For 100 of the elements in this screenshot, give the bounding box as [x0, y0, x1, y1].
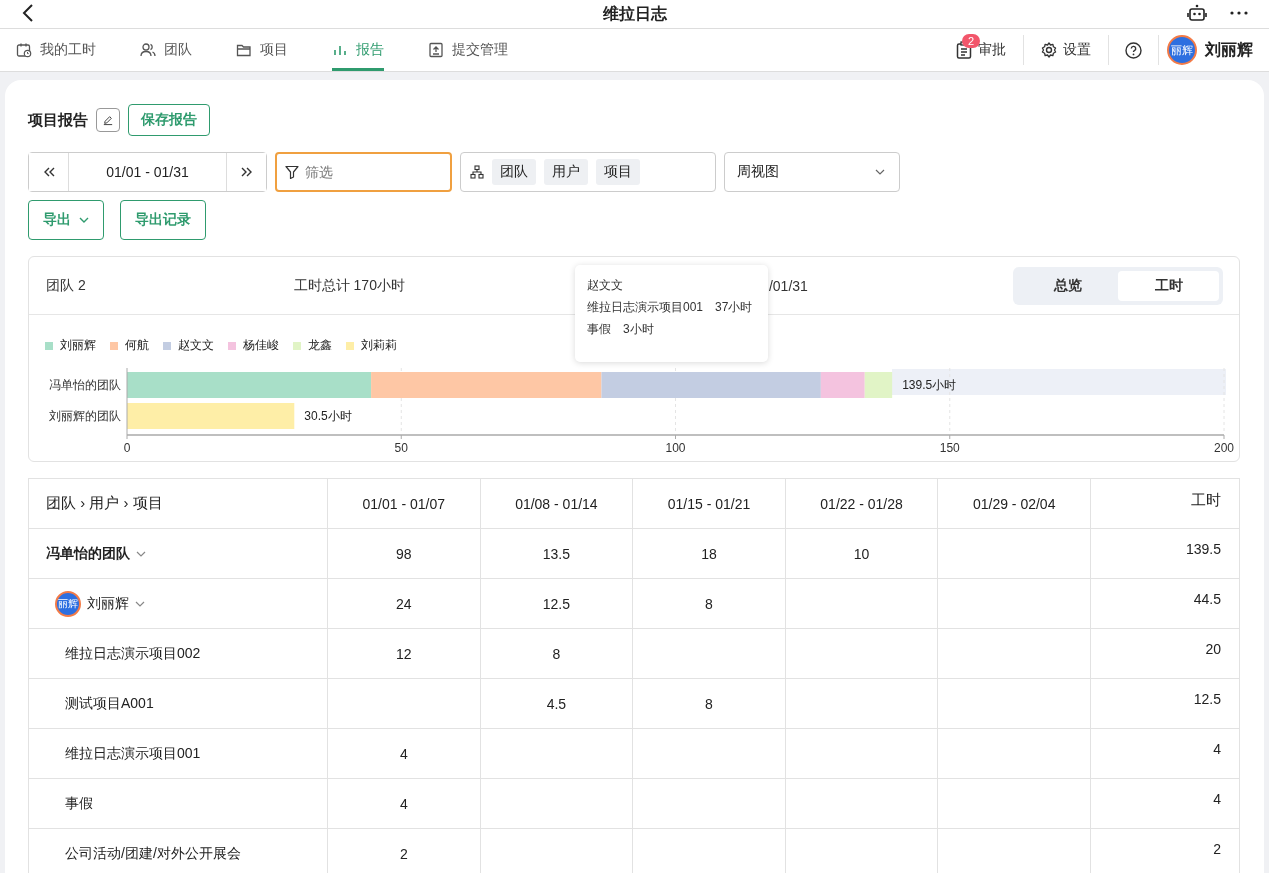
total-cell: 12.5 — [1193, 691, 1221, 707]
next-button[interactable] — [226, 153, 266, 191]
table-cell: 24 — [396, 595, 412, 612]
total-cell: 20 — [1205, 641, 1221, 657]
legend-label: 刘莉莉 — [361, 337, 397, 354]
table-cell: 8 — [705, 595, 713, 612]
table-cell: 8 — [552, 645, 561, 662]
team-count: 团队 2 — [46, 276, 86, 295]
row-label: 维拉日志演示项目002 — [65, 644, 201, 663]
table-cell: 12.5 — [542, 595, 570, 612]
double-right-icon — [240, 167, 253, 177]
row-label: 事假 — [65, 794, 93, 813]
chevron-down-icon — [79, 217, 89, 223]
settings-icon — [1041, 42, 1057, 58]
total-hours: 工时总计 170小时 — [293, 276, 405, 295]
column-header: 01/22 - 01/28 — [785, 478, 938, 529]
upload-icon — [428, 42, 444, 58]
column-header: 团队 › 用户 › 项目 — [28, 478, 328, 529]
help-icon[interactable] — [1125, 41, 1142, 59]
double-left-icon — [42, 167, 55, 177]
user-avatar: 丽辉 — [55, 590, 81, 617]
column-header: 工时 — [1090, 478, 1240, 529]
window-title: 维拉日志 — [602, 3, 667, 24]
tooltip-title: 赵文文 — [587, 277, 624, 294]
report-title: 项目报告 — [28, 110, 88, 130]
nav-tab[interactable]: 我的工时 — [16, 29, 96, 71]
date-range-text: 01/01 - 01/31 — [105, 163, 190, 182]
toggle-option[interactable]: 工时 — [1118, 270, 1219, 301]
group-tag: 项目 — [596, 159, 640, 185]
view-select[interactable]: 周视图 — [724, 152, 900, 192]
table-cell: 4 — [399, 745, 408, 762]
back-icon[interactable] — [22, 4, 34, 22]
column-header: 01/15 - 01/21 — [632, 478, 786, 529]
total-cell: 4 — [1213, 791, 1221, 807]
calendar-icon — [16, 42, 32, 58]
nav-tab[interactable]: 报告 — [332, 29, 384, 71]
edit-button[interactable] — [96, 108, 120, 132]
filter-field[interactable]: 筛选 — [275, 152, 452, 192]
legend-label: 何航 — [125, 337, 149, 354]
tick-label: 200 — [1214, 441, 1234, 454]
folder-icon — [236, 42, 252, 58]
table-cell: 18 — [701, 545, 717, 562]
pencil-icon — [103, 114, 113, 126]
tooltip-value: 37小时 — [715, 299, 753, 316]
tick-label: 150 — [939, 441, 960, 454]
toggle-option[interactable]: 总览 — [1017, 270, 1118, 301]
user-avatar[interactable]: 丽辉 — [1167, 35, 1197, 65]
tooltip-value: 3小时 — [623, 321, 654, 338]
date-period: /01/31 — [768, 277, 808, 294]
tick-label: 0 — [123, 441, 131, 454]
table-cell: 8 — [705, 695, 713, 712]
table-cell: 10 — [853, 545, 870, 562]
tick-label: 50 — [394, 441, 408, 454]
category-label: 冯单怡的团队 — [49, 378, 121, 392]
robot-icon[interactable] — [1187, 4, 1207, 22]
table-cell: 12 — [396, 645, 412, 662]
total-cell: 44.5 — [1193, 591, 1221, 607]
group-tag: 用户 — [544, 159, 588, 185]
chevron-down-icon[interactable] — [136, 550, 146, 557]
total-cell: 139.5 — [1185, 541, 1221, 557]
total-cell: 4 — [1213, 741, 1221, 757]
legend-label: 龙鑫 — [308, 337, 332, 354]
nav-tab[interactable]: 项目 — [236, 29, 288, 71]
user-name: 刘丽辉 — [1205, 39, 1253, 60]
table-cell: 2 — [399, 845, 408, 862]
row-label: 冯单怡的团队 — [46, 544, 130, 563]
settings-button[interactable]: 设置 — [1024, 35, 1109, 65]
previous-button[interactable] — [29, 153, 69, 191]
row-label: 刘丽辉 — [87, 594, 129, 613]
group-tag: 团队 — [492, 159, 536, 185]
row-label: 测试项目A001 — [65, 694, 154, 713]
column-header: 01/29 - 02/04 — [937, 478, 1091, 529]
tooltip-label: 事假 — [587, 321, 611, 338]
legend-label: 赵文文 — [178, 337, 214, 354]
legend-label: 刘丽辉 — [60, 337, 96, 354]
users-icon — [140, 42, 156, 58]
table-cell: 98 — [396, 545, 412, 562]
table-cell: 13.5 — [542, 545, 570, 562]
tooltip-label: 维拉日志演示项目001 — [587, 299, 704, 316]
category-label: 刘丽辉的团队 — [49, 409, 121, 423]
total-cell: 2 — [1213, 841, 1221, 857]
column-header: 01/01 - 01/07 — [327, 478, 481, 529]
row-label: 维拉日志演示项目001 — [65, 744, 201, 763]
chevron-down-icon — [875, 169, 885, 175]
filter-icon — [285, 165, 299, 179]
table-cell: 4.5 — [546, 695, 567, 712]
hierarchy-icon — [470, 165, 484, 179]
date-range-picker[interactable]: 01/01 - 01/31 — [28, 152, 267, 192]
more-icon[interactable] — [1229, 10, 1249, 16]
nav-tab[interactable]: 提交管理 — [428, 29, 508, 71]
row-label: 公司活动/团建/对外公开展会 — [65, 844, 241, 863]
group-by-field[interactable]: 团队 用户 项目 — [460, 152, 716, 192]
nav-tab[interactable]: 团队 — [140, 29, 192, 71]
column-header: 01/08 - 01/14 — [480, 478, 633, 529]
legend-label: 杨佳峻 — [243, 337, 279, 354]
chevron-down-icon[interactable] — [135, 600, 145, 607]
value-label: 30.5小时 — [304, 409, 352, 423]
tick-label: 100 — [665, 441, 686, 454]
table-cell: 4 — [399, 795, 408, 812]
value-label: 139.5小时 — [902, 378, 957, 392]
